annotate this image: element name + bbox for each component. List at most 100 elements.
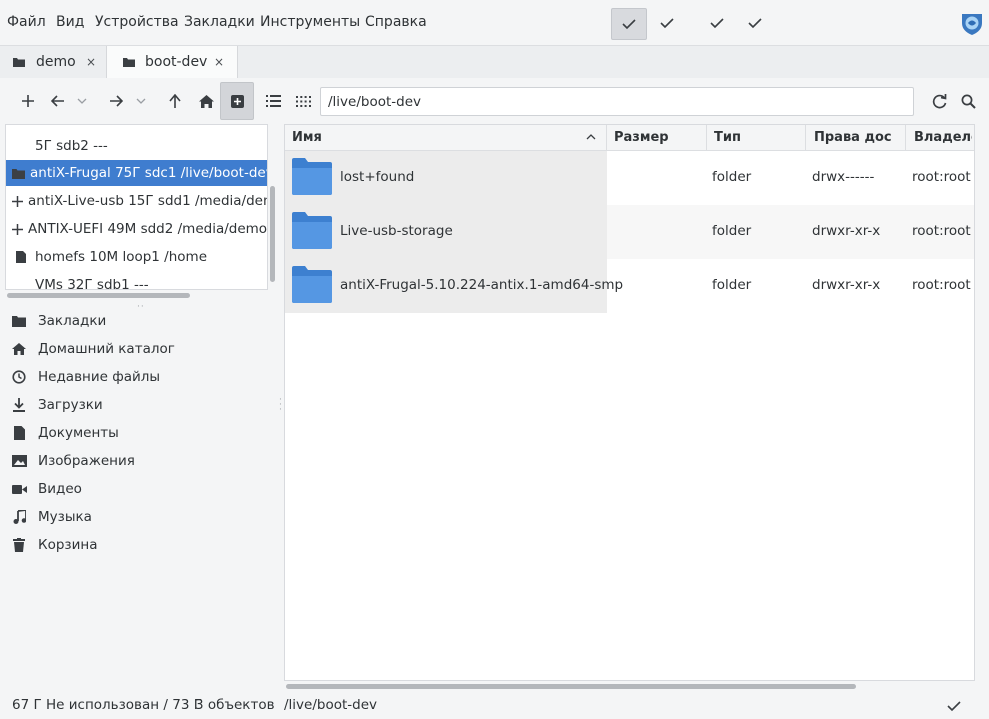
list-view-button[interactable]: [259, 84, 287, 118]
device-list[interactable]: 5Г sdb2 --- antiX-Frugal 75Г sdc1 /live/…: [5, 124, 268, 290]
sidepane-toggle-button[interactable]: [220, 82, 254, 120]
device-label: 5Г sdb2 ---: [35, 138, 108, 154]
check-icon: [748, 18, 762, 29]
file-owner: root:root: [912, 223, 971, 239]
place-bookmarks[interactable]: Закладки: [10, 309, 106, 333]
place-label: Изображения: [38, 453, 135, 469]
device-item-sdb2[interactable]: 5Г sdb2 ---: [6, 133, 267, 159]
device-item-sdc1[interactable]: antiX-Frugal 75Г sdc1 /live/boot-dev: [6, 160, 267, 186]
place-pictures[interactable]: Изображения: [10, 449, 135, 473]
device-item-loop1[interactable]: homefs 10M loop1 /home: [6, 244, 267, 270]
column-name[interactable]: Имя: [292, 130, 592, 145]
forward-button[interactable]: [102, 84, 130, 118]
place-recent[interactable]: Недавние файлы: [10, 365, 160, 389]
device-label: homefs 10M loop1 /home: [35, 249, 208, 265]
check-toggle-button-4[interactable]: [738, 8, 772, 38]
plus-icon: [22, 95, 34, 107]
status-free-space: 67 Г Не использован / 73 Г: [12, 697, 202, 713]
tab-close-button[interactable]: ×: [214, 55, 224, 69]
home-icon: [12, 343, 26, 355]
menu-view[interactable]: Вид: [56, 14, 84, 30]
place-videos[interactable]: Видео: [10, 477, 82, 501]
device-label: antiX-Live-usb 15Г sdd1 /media/demo/anti…: [28, 193, 267, 209]
file-list-vscroll-track[interactable]: [975, 124, 987, 679]
file-list-header: Имя Размер Тип Права дос Владеле: [285, 125, 974, 151]
app-logo: [959, 10, 985, 36]
tab-bar: demo × boot-dev ×: [0, 45, 989, 79]
reload-icon: [932, 93, 946, 108]
device-item-sdd2[interactable]: ANTIX-UEFI 49M sdd2 /media/demo/ANTIX-UE…: [6, 216, 267, 242]
home-button[interactable]: [192, 84, 220, 118]
file-list-hscrollbar[interactable]: [286, 684, 856, 689]
new-tab-button[interactable]: [14, 84, 42, 118]
file-row-name-bg: [285, 151, 607, 205]
column-permissions[interactable]: Права дос: [814, 130, 904, 145]
up-button[interactable]: [161, 84, 189, 118]
chevron-down-icon: [136, 98, 146, 104]
forward-history-button[interactable]: [129, 84, 153, 118]
video-icon: [11, 484, 27, 494]
arrow-left-icon: [51, 95, 64, 107]
tab-label: boot-dev: [145, 54, 208, 70]
file-row[interactable]: Live-usb-storage folder drwxr-xr-x root:…: [285, 205, 974, 259]
menu-file[interactable]: Файл: [7, 14, 46, 30]
device-label: antiX-Frugal 75Г sdc1 /live/boot-dev: [30, 165, 268, 181]
place-label: Закладки: [38, 313, 107, 329]
tab-demo[interactable]: demo ×: [0, 46, 106, 78]
file-name: Live-usb-storage: [340, 223, 453, 239]
place-label: Музыка: [38, 509, 92, 525]
place-trash[interactable]: Корзина: [10, 533, 97, 557]
tab-close-button[interactable]: ×: [86, 55, 96, 69]
file-owner: root:root: [912, 169, 971, 185]
file-owner: root:root: [912, 277, 971, 293]
menu-devices[interactable]: Устройства: [95, 14, 179, 30]
place-home[interactable]: Домашний каталог: [10, 337, 175, 361]
tab-boot-dev[interactable]: boot-dev ×: [106, 46, 238, 79]
path-input[interactable]: /live/boot-dev: [320, 87, 914, 116]
folder-icon: [12, 316, 26, 327]
menu-bookmarks[interactable]: Закладки: [184, 14, 255, 30]
place-label: Недавние файлы: [38, 369, 161, 385]
check-toggle-button-3[interactable]: [700, 8, 734, 38]
column-separator: [905, 125, 906, 150]
check-icon: [710, 18, 724, 29]
home-icon: [198, 94, 214, 108]
folder-icon: [12, 168, 25, 179]
status-object-count: 3 объектов: [195, 697, 275, 713]
check-icon: [622, 19, 636, 30]
sidepane-splitter-handle[interactable]: · · ·: [279, 396, 283, 415]
check-toggle-button-2[interactable]: [650, 8, 684, 38]
plus-icon: [12, 223, 23, 235]
check-toggle-button-1[interactable]: [611, 8, 647, 40]
app-logo-icon: [962, 14, 982, 35]
device-label: VMs 32Г sdb1 ---: [35, 277, 149, 290]
search-button[interactable]: [954, 84, 982, 118]
place-downloads[interactable]: Загрузки: [10, 393, 103, 417]
device-list-vscrollbar[interactable]: [270, 186, 275, 282]
folder-icon: [292, 158, 332, 195]
device-list-hscrollbar[interactable]: [7, 293, 190, 298]
column-owner[interactable]: Владеле: [914, 130, 972, 145]
file-list[interactable]: Имя Размер Тип Права дос Владеле lost+fo…: [284, 124, 975, 681]
place-documents[interactable]: Документы: [10, 421, 119, 445]
folder-icon: [123, 58, 135, 67]
place-label: Домашний каталог: [38, 341, 175, 357]
back-button[interactable]: [44, 84, 72, 118]
menu-help[interactable]: Справка: [365, 14, 427, 30]
reload-button[interactable]: [925, 84, 953, 118]
device-item-sdd1[interactable]: antiX-Live-usb 15Г sdd1 /media/demo/anti…: [6, 188, 267, 214]
folder-icon: [292, 266, 332, 303]
device-item-sdb1[interactable]: VMs 32Г sdb1 ---: [6, 272, 267, 290]
splitter-handle[interactable]: ··: [137, 302, 145, 312]
file-name: lost+found: [340, 169, 415, 185]
menu-tools[interactable]: Инструменты: [260, 14, 360, 30]
menubar: Файл Вид Устройства Закладки Инструменты…: [0, 0, 989, 45]
column-size[interactable]: Размер: [614, 130, 704, 145]
column-type[interactable]: Тип: [714, 130, 804, 145]
file-row[interactable]: antiX-Frugal-5.10.224-antix.1-amd64-smp …: [285, 259, 974, 313]
place-music[interactable]: Музыка: [10, 505, 92, 529]
back-history-button[interactable]: [70, 84, 94, 118]
file-row[interactable]: lost+found folder drwx------ root:root: [285, 151, 974, 205]
status-bar: 67 Г Не использован / 73 Г 3 объектов /l…: [0, 692, 989, 719]
icon-view-button[interactable]: [289, 84, 317, 118]
